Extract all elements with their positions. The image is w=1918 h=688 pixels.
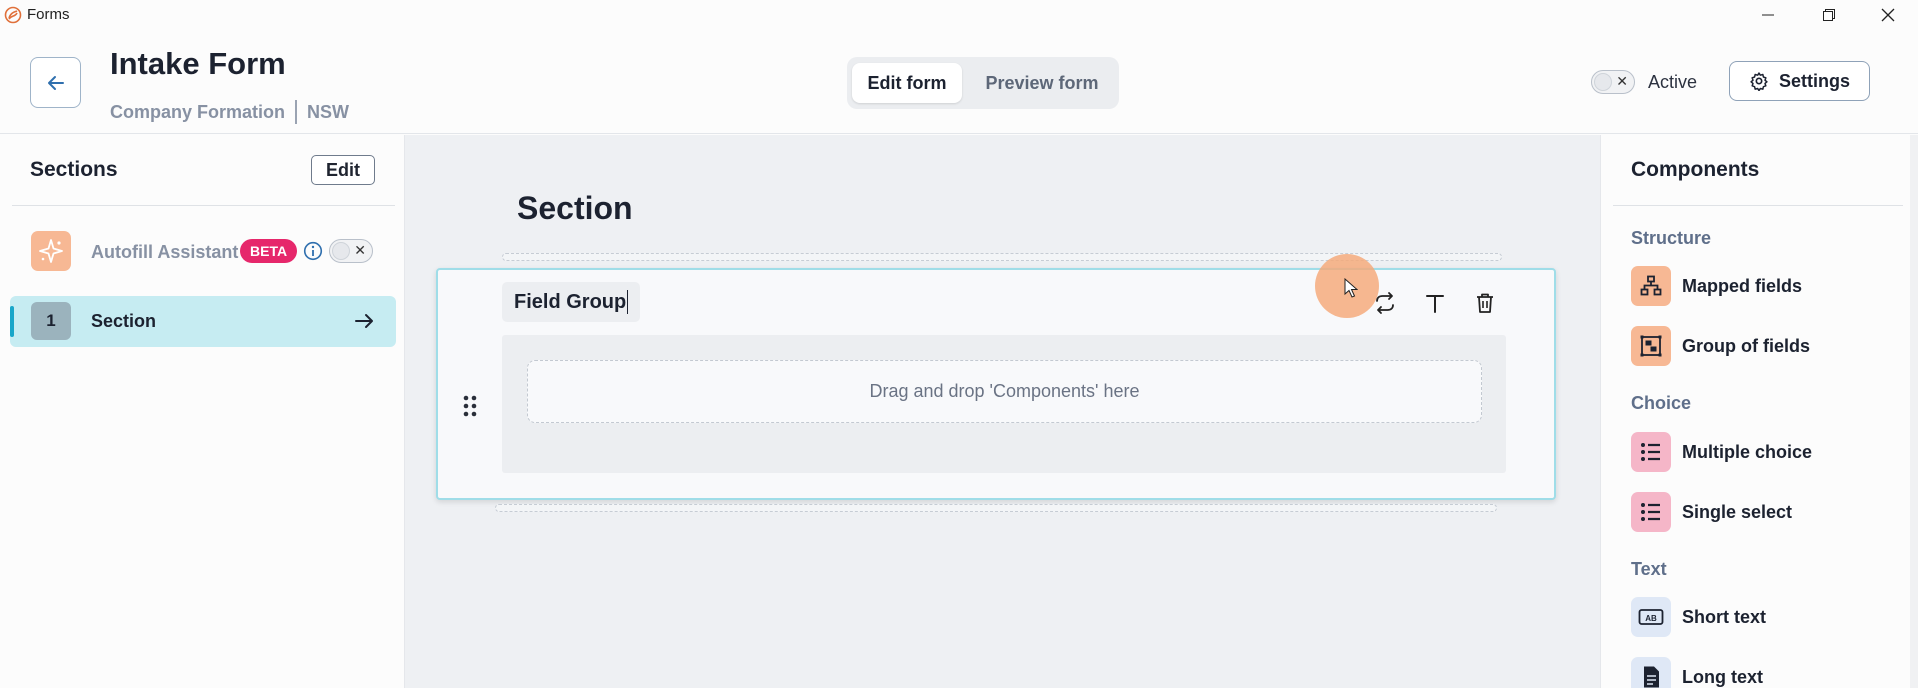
form-title: Intake Form (110, 46, 286, 81)
field-group-card[interactable]: Field Group Drag and drop 'Components' h… (436, 254, 1556, 500)
text-icon (1426, 295, 1444, 313)
form-header: Intake Form Company Formation NSW Edit f… (0, 30, 1918, 134)
drop-zone-bottom[interactable] (495, 504, 1497, 512)
window-title: Forms (27, 6, 70, 23)
component-label: Multiple choice (1682, 442, 1813, 462)
category-structure: Structure (1631, 228, 1712, 248)
back-button[interactable] (30, 57, 81, 108)
component-label: Single select (1682, 502, 1793, 522)
close-icon (1881, 8, 1895, 22)
toggle-off-icon: ✕ (1616, 73, 1628, 89)
minimize-icon (1762, 14, 1774, 16)
app-logo-icon (4, 6, 22, 24)
field-group-body: Drag and drop 'Components' here (502, 335, 1506, 473)
convert-button[interactable] (1372, 290, 1398, 316)
sitemap-icon (1631, 266, 1671, 306)
minimize-button[interactable] (1745, 0, 1791, 30)
list-icon (1631, 432, 1671, 472)
arrow-left-icon (47, 75, 64, 90)
divider (12, 205, 395, 206)
drag-handle-icon[interactable] (462, 394, 478, 418)
sidebar-item-section[interactable]: 1 Section (10, 296, 396, 347)
svg-text:AB: AB (1645, 614, 1657, 623)
component-short-text[interactable]: AB Short text (1631, 597, 1901, 637)
component-label: Long text (1682, 667, 1763, 687)
field-group-title: Field Group (514, 290, 627, 313)
component-label: Short text (1682, 607, 1767, 627)
category-text: Text (1631, 559, 1667, 579)
category-choice: Choice (1631, 393, 1692, 413)
document-icon (1631, 657, 1671, 688)
settings-button[interactable]: Settings (1729, 61, 1870, 101)
active-label: Active (1648, 72, 1698, 92)
field-group-title-input[interactable]: Field Group (502, 282, 641, 322)
components-panel: Components Structure Mapped fields Group… (1600, 135, 1910, 688)
beta-badge: BETA (240, 239, 298, 263)
component-label: Mapped fields (1682, 276, 1803, 296)
components-heading: Components (1631, 158, 1760, 181)
sparkle-icon (31, 231, 71, 271)
delete-button[interactable] (1472, 290, 1498, 316)
component-label: Group of fields (1682, 336, 1810, 356)
autofill-toggle[interactable]: ✕ (329, 239, 373, 263)
component-group-of-fields[interactable]: Group of fields (1631, 326, 1901, 366)
panel-scrollbar[interactable] (1910, 135, 1918, 688)
toggle-off-icon: ✕ (354, 242, 366, 258)
info-icon[interactable] (303, 241, 323, 261)
section-title: Section (517, 190, 633, 226)
subtitle-jurisdiction: NSW (307, 101, 350, 122)
edit-sections-button[interactable]: Edit (311, 155, 375, 185)
settings-label: Settings (1778, 70, 1850, 91)
sections-sidebar: Sections Edit Autofill Assistant BETA ✕ … (0, 135, 405, 688)
component-single-select[interactable]: Single select (1631, 492, 1901, 532)
mouse-cursor-icon (1344, 278, 1358, 298)
selected-indicator (10, 306, 14, 337)
autofill-assistant-row: Autofill Assistant BETA ✕ (0, 231, 405, 273)
trash-icon (1477, 293, 1493, 313)
add-description-button[interactable] (1422, 290, 1448, 316)
autofill-assistant-label: Autofill Assistant (91, 242, 239, 262)
subtitle-category: Company Formation (110, 101, 286, 122)
short-text-icon: AB (1631, 597, 1671, 637)
form-canvas: Section Field Group Drag and drop 'Compo… (405, 135, 1600, 688)
list-icon (1631, 492, 1671, 532)
toggle-knob (1594, 73, 1612, 91)
tab-edit-form[interactable]: Edit form (852, 63, 962, 103)
arrow-right-icon (355, 314, 373, 328)
divider (1613, 205, 1903, 206)
text-caret (627, 290, 629, 314)
subtitle-divider (295, 100, 298, 124)
swap-icon (1376, 292, 1394, 314)
components-drop-zone[interactable]: Drag and drop 'Components' here (527, 360, 1482, 423)
tab-preview-form[interactable]: Preview form (971, 63, 1113, 103)
section-number: 1 (31, 302, 71, 340)
toggle-knob (332, 242, 350, 260)
active-toggle[interactable]: ✕ (1591, 70, 1635, 94)
restore-button[interactable] (1806, 0, 1852, 30)
gear-icon (1750, 72, 1768, 91)
sections-heading: Sections (30, 158, 118, 181)
app-window: Forms Intake Form Company Formation NSW … (0, 0, 1918, 688)
section-label: Section (91, 311, 157, 331)
form-breadcrumb: Company Formation NSW (110, 100, 349, 124)
form-mode-switch: Edit form Preview form (847, 57, 1119, 109)
close-window-button[interactable] (1865, 0, 1911, 30)
component-mapped-fields[interactable]: Mapped fields (1631, 266, 1901, 306)
restore-icon (1823, 9, 1835, 21)
component-long-text[interactable]: Long text (1631, 657, 1901, 688)
component-multiple-choice[interactable]: Multiple choice (1631, 432, 1901, 472)
title-bar: Forms (0, 0, 1918, 30)
group-icon (1631, 326, 1671, 366)
